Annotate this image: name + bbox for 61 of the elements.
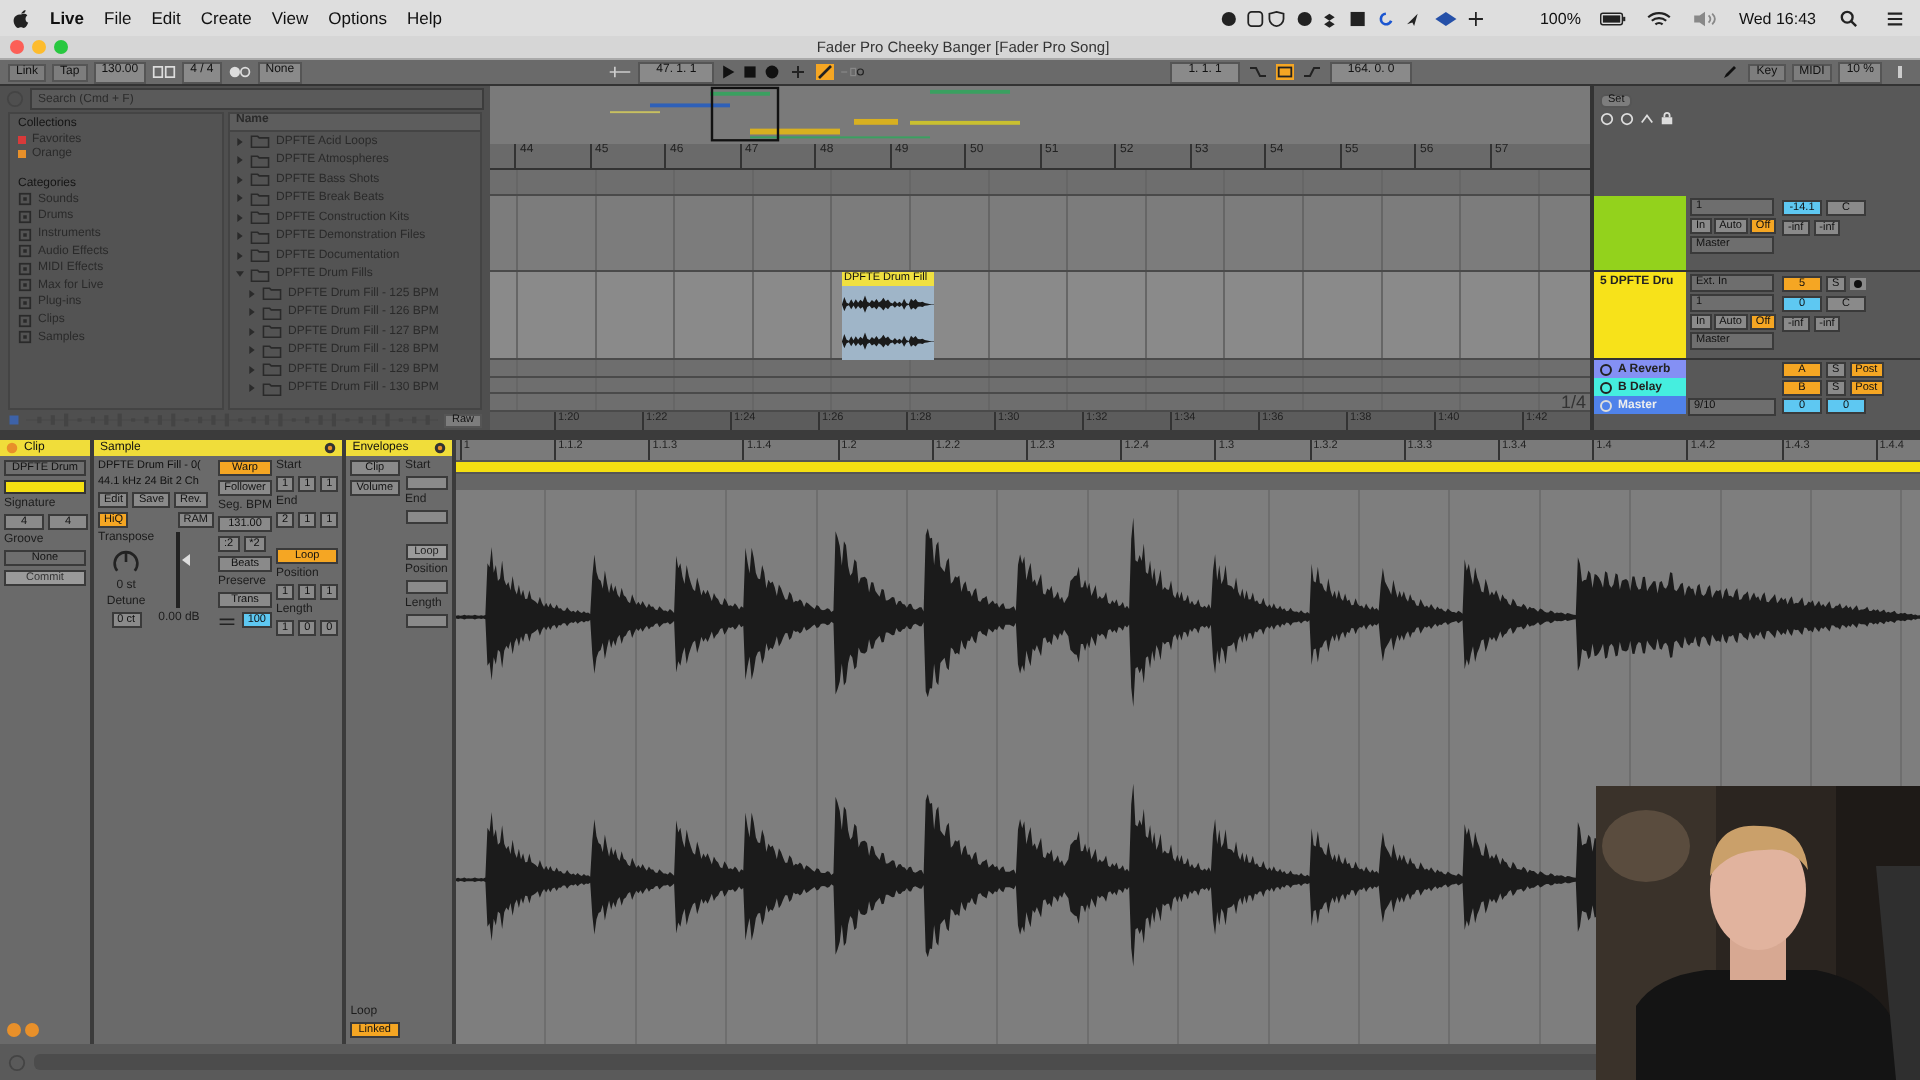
disclosure-icon[interactable] (236, 175, 244, 184)
disclosure-icon[interactable] (236, 137, 244, 146)
clock[interactable]: Wed 16:43 (1738, 9, 1816, 27)
disclosure-icon[interactable] (236, 194, 244, 203)
disclosure-icon[interactable] (236, 213, 244, 222)
play-icon[interactable] (720, 64, 737, 80)
close-button[interactable] (10, 40, 24, 54)
end-field[interactable] (405, 510, 448, 524)
battery-percent: 100% (1539, 9, 1581, 27)
disclosure-icon[interactable] (248, 308, 256, 317)
battery-icon[interactable] (1600, 9, 1627, 27)
menu-item[interactable]: Create (200, 8, 252, 28)
menu-item[interactable]: File (104, 8, 132, 28)
track-header[interactable] (1594, 196, 1686, 270)
lock-icon[interactable] (1660, 112, 1674, 126)
marker-strip[interactable] (455, 474, 1920, 490)
disclosure-icon[interactable] (248, 327, 256, 336)
follow-icon[interactable] (608, 64, 633, 80)
waveform-drawing[interactable] (455, 490, 1920, 1044)
clip-color-dropdown[interactable] (4, 480, 86, 494)
io-toggle-icon[interactable] (1600, 112, 1614, 126)
automation-arm-icon[interactable] (816, 64, 835, 80)
record-icon[interactable] (764, 64, 781, 80)
apple-icon[interactable] (12, 7, 30, 29)
capture-icon[interactable] (840, 64, 865, 80)
start-field[interactable] (405, 476, 448, 490)
menu-item[interactable]: View (271, 8, 309, 28)
fold-icon[interactable] (1640, 112, 1654, 126)
sends-toggle-icon[interactable] (1620, 112, 1634, 126)
launch-icons-drawing (4, 1022, 44, 1038)
arm-icon[interactable] (1849, 278, 1866, 290)
stop-icon[interactable] (742, 64, 759, 80)
disclosure-icon[interactable] (248, 365, 256, 374)
slider-thumb[interactable] (182, 553, 191, 566)
length-field[interactable] (405, 614, 448, 628)
hot-swap-icon[interactable] (433, 442, 446, 454)
disclosure-icon[interactable] (248, 346, 256, 355)
menu-item[interactable]: Help (406, 8, 442, 28)
hot-swap-icon[interactable] (324, 442, 337, 454)
disclosure-icon[interactable] (236, 251, 244, 260)
grid-size-label: 1/4 (1560, 392, 1588, 413)
disclosure-icon[interactable] (236, 156, 244, 165)
loop-brace[interactable] (455, 460, 1920, 474)
disclosure-icon[interactable] (248, 384, 256, 393)
loop-switch-icon[interactable] (1275, 64, 1294, 80)
nudge-icon[interactable] (152, 64, 177, 80)
track-lane[interactable] (490, 169, 1590, 197)
position-field[interactable] (405, 580, 448, 594)
menu-icon[interactable] (1882, 9, 1908, 27)
transpose-knob[interactable] (112, 548, 141, 576)
metronome-icon[interactable] (227, 64, 252, 80)
search-icon[interactable] (1836, 9, 1862, 27)
volume-icon[interactable] (1692, 9, 1719, 27)
menu-item[interactable]: Options (328, 8, 387, 28)
wifi-icon[interactable] (1646, 9, 1673, 27)
disclosure-icon[interactable] (236, 232, 244, 241)
app-menu[interactable]: Live (50, 8, 85, 28)
loop-mode-icon[interactable] (218, 613, 238, 627)
menu-item[interactable]: Edit (151, 8, 181, 28)
disclosure-icon[interactable] (248, 289, 256, 298)
track-lane[interactable] (490, 196, 1590, 273)
